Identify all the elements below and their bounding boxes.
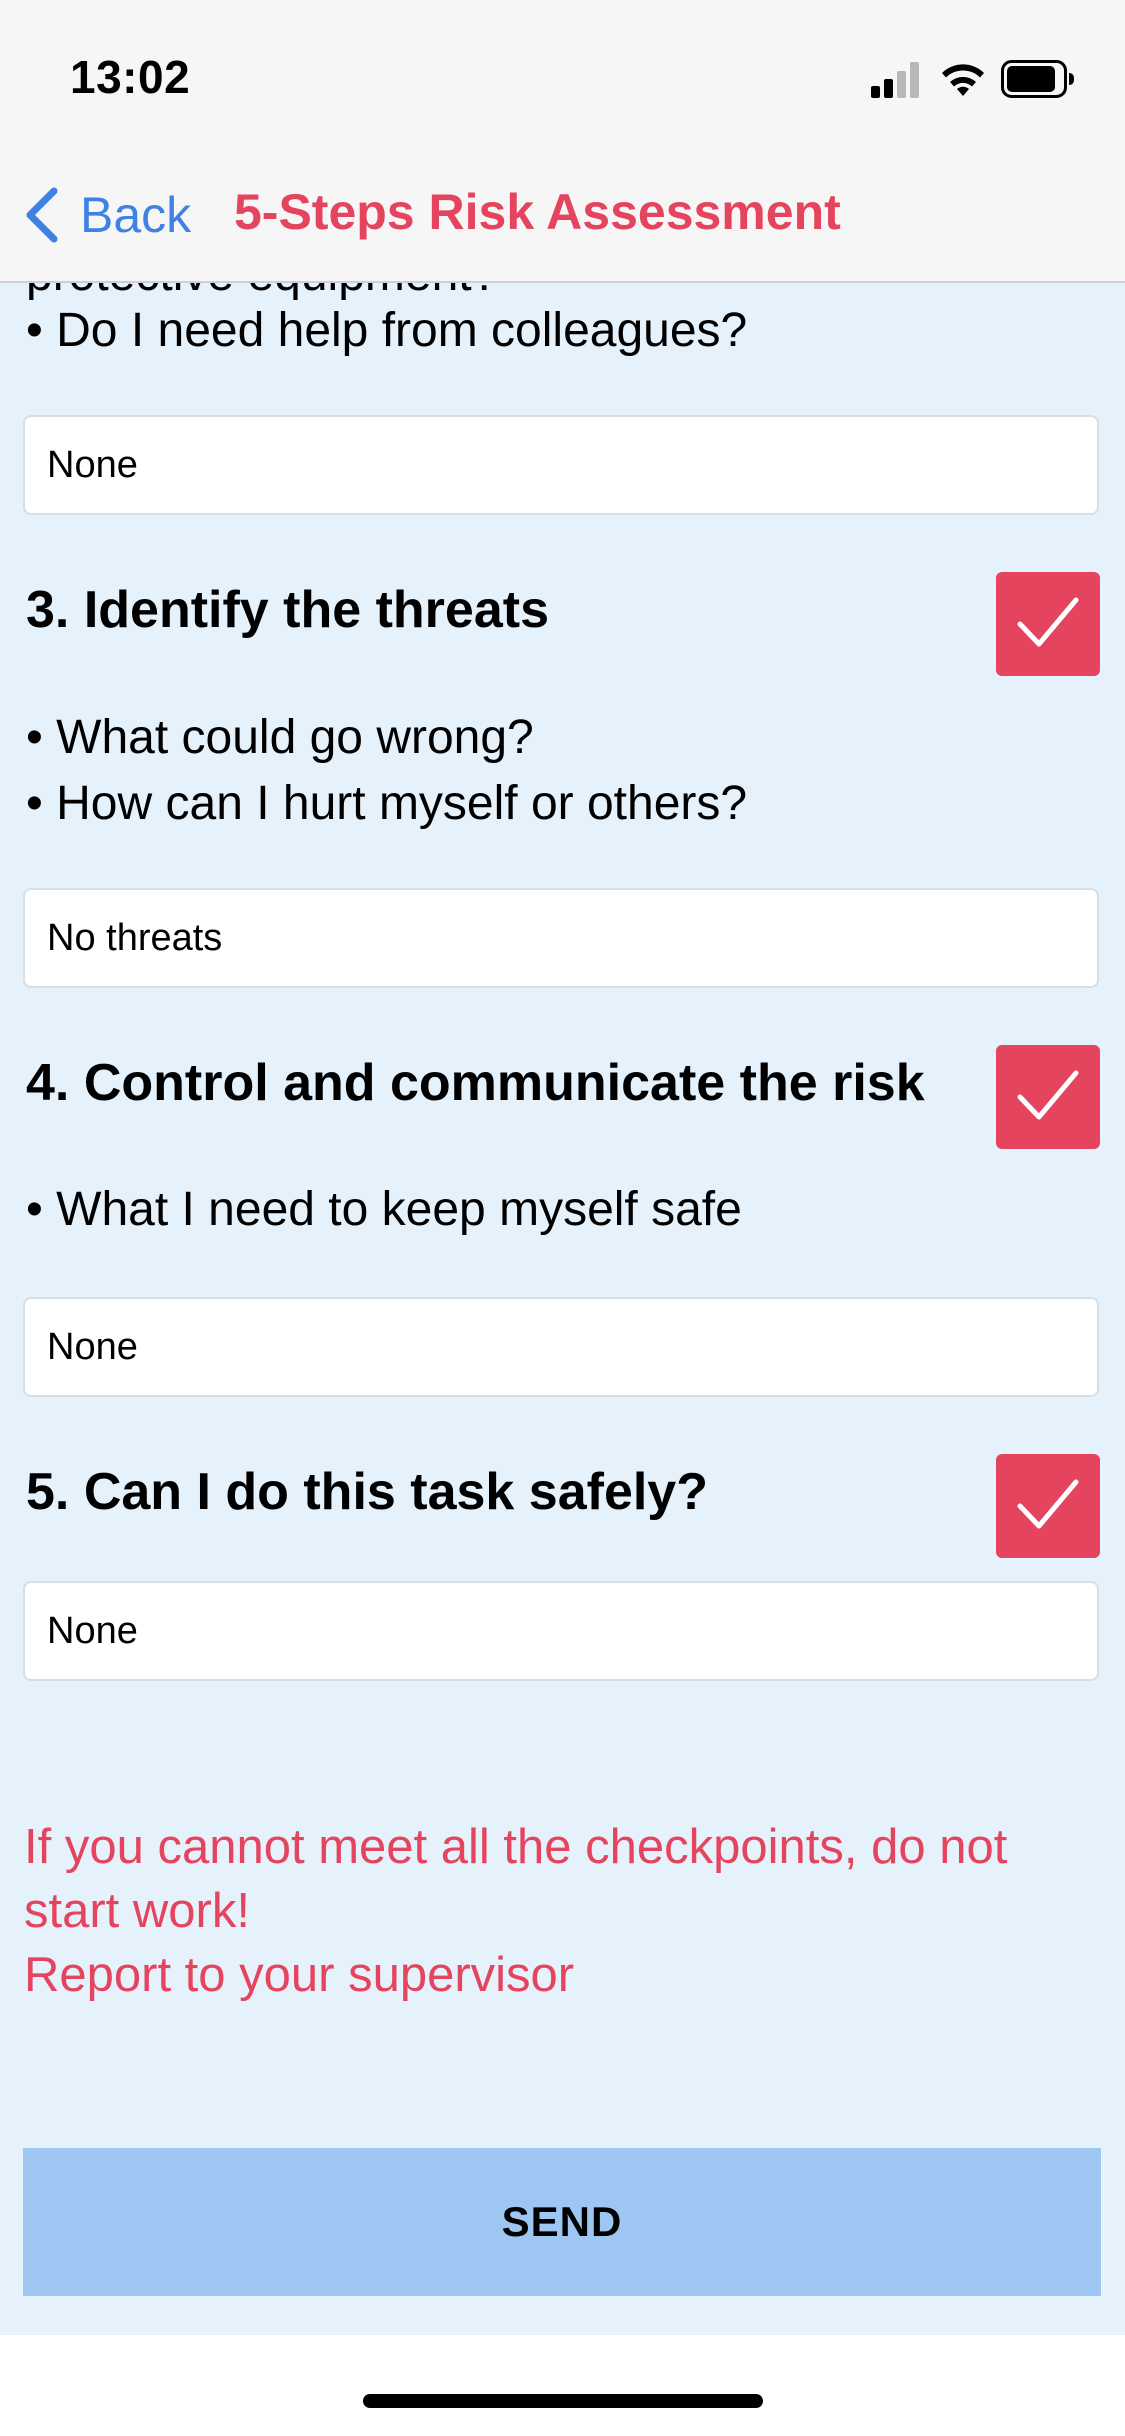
step-3-heading: 3. Identify the threats	[26, 581, 549, 639]
step-3-bullet-1: • What could go wrong?	[26, 711, 534, 764]
checkmark-icon	[1017, 1070, 1079, 1120]
step-5-checkbox[interactable]	[996, 1454, 1100, 1558]
status-bar: 13:02	[0, 0, 1125, 150]
step-4-heading: 4. Control and communicate the risk	[26, 1054, 925, 1112]
previous-step-answer-field[interactable]	[23, 415, 1099, 515]
status-icons	[871, 60, 1091, 102]
warning-line-1: If you cannot meet all the checkpoints, …	[24, 1820, 1008, 1938]
back-label: Back	[80, 187, 192, 243]
battery-icon	[1001, 60, 1074, 98]
previous-step-bullet: • Do I need help from colleagues?	[26, 304, 748, 357]
checkmark-icon	[1017, 597, 1079, 647]
form-content[interactable]: protective equipment? • Do I need help f…	[0, 150, 1125, 2335]
wifi-icon	[942, 64, 984, 96]
checkmark-icon	[1017, 1479, 1079, 1529]
send-button[interactable]: SEND	[23, 2148, 1101, 2296]
warning-message: If you cannot meet all the checkpoints, …	[24, 1815, 1094, 2007]
step-4-bullet-1: • What I need to keep myself safe	[26, 1183, 742, 1236]
navigation-bar: Back 5-Steps Risk Assessment	[0, 150, 1125, 283]
step-5-heading: 5. Can I do this task safely?	[26, 1463, 708, 1521]
back-button[interactable]: Back	[22, 180, 191, 250]
cellular-signal-icon	[871, 62, 919, 98]
step-4-answer-field[interactable]	[23, 1297, 1099, 1397]
step-3-answer-field[interactable]	[23, 888, 1099, 988]
step-4-checkbox[interactable]	[996, 1045, 1100, 1149]
page-title: 5-Steps Risk Assessment	[234, 184, 841, 240]
step-5-answer-field[interactable]	[23, 1581, 1099, 1681]
step-3-bullet-2: • How can I hurt myself or others?	[26, 777, 748, 830]
home-indicator	[363, 2394, 763, 2408]
chevron-left-icon	[26, 187, 58, 243]
status-time: 13:02	[70, 51, 191, 103]
step-3-checkbox[interactable]	[996, 572, 1100, 676]
warning-line-2: Report to your supervisor	[24, 1948, 575, 2002]
